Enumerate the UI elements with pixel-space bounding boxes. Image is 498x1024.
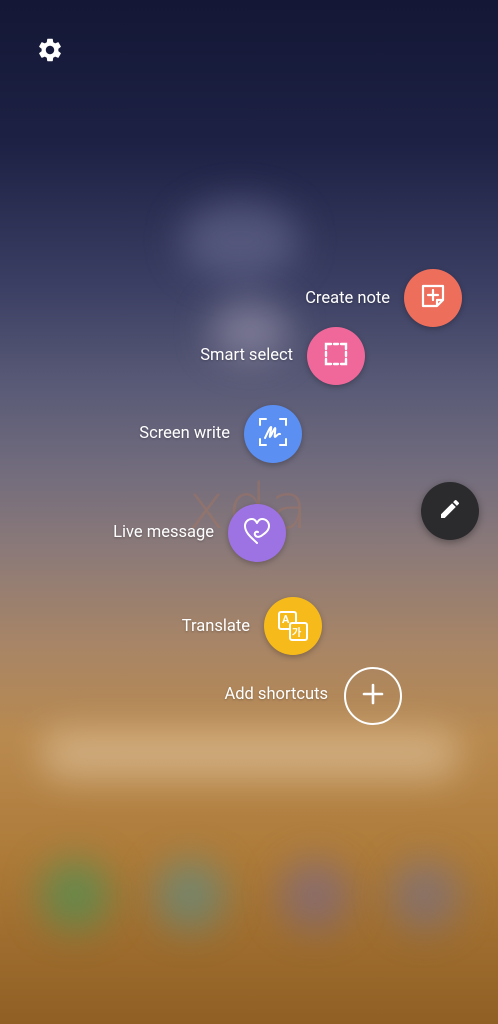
live-message-label[interactable]: Live message bbox=[113, 523, 214, 542]
add-shortcuts-button[interactable] bbox=[344, 667, 402, 725]
translate-icon: A 가 bbox=[276, 609, 310, 643]
gear-icon[interactable] bbox=[36, 36, 64, 64]
create-note-icon bbox=[418, 281, 448, 315]
plus-icon bbox=[361, 682, 385, 710]
translate-label[interactable]: Translate bbox=[182, 617, 250, 636]
create-note-label[interactable]: Create note bbox=[305, 289, 390, 308]
screen-write-icon bbox=[256, 415, 290, 453]
add-shortcuts-label[interactable]: Add shortcuts bbox=[224, 685, 328, 704]
air-command-button[interactable] bbox=[421, 482, 479, 540]
translate-glyph-b: 가 bbox=[292, 628, 302, 639]
live-message-icon bbox=[240, 514, 274, 552]
create-note-button[interactable] bbox=[404, 269, 462, 327]
screen-write-button[interactable] bbox=[244, 405, 302, 463]
translate-button[interactable]: A 가 bbox=[264, 597, 322, 655]
pen-icon bbox=[438, 497, 462, 525]
smart-select-label[interactable]: Smart select bbox=[200, 346, 293, 365]
smart-select-button[interactable] bbox=[307, 327, 365, 385]
live-message-button[interactable] bbox=[228, 504, 286, 562]
smart-select-icon bbox=[321, 339, 351, 373]
translate-glyph-a: A bbox=[282, 613, 290, 626]
screen-write-label[interactable]: Screen write bbox=[139, 424, 230, 443]
